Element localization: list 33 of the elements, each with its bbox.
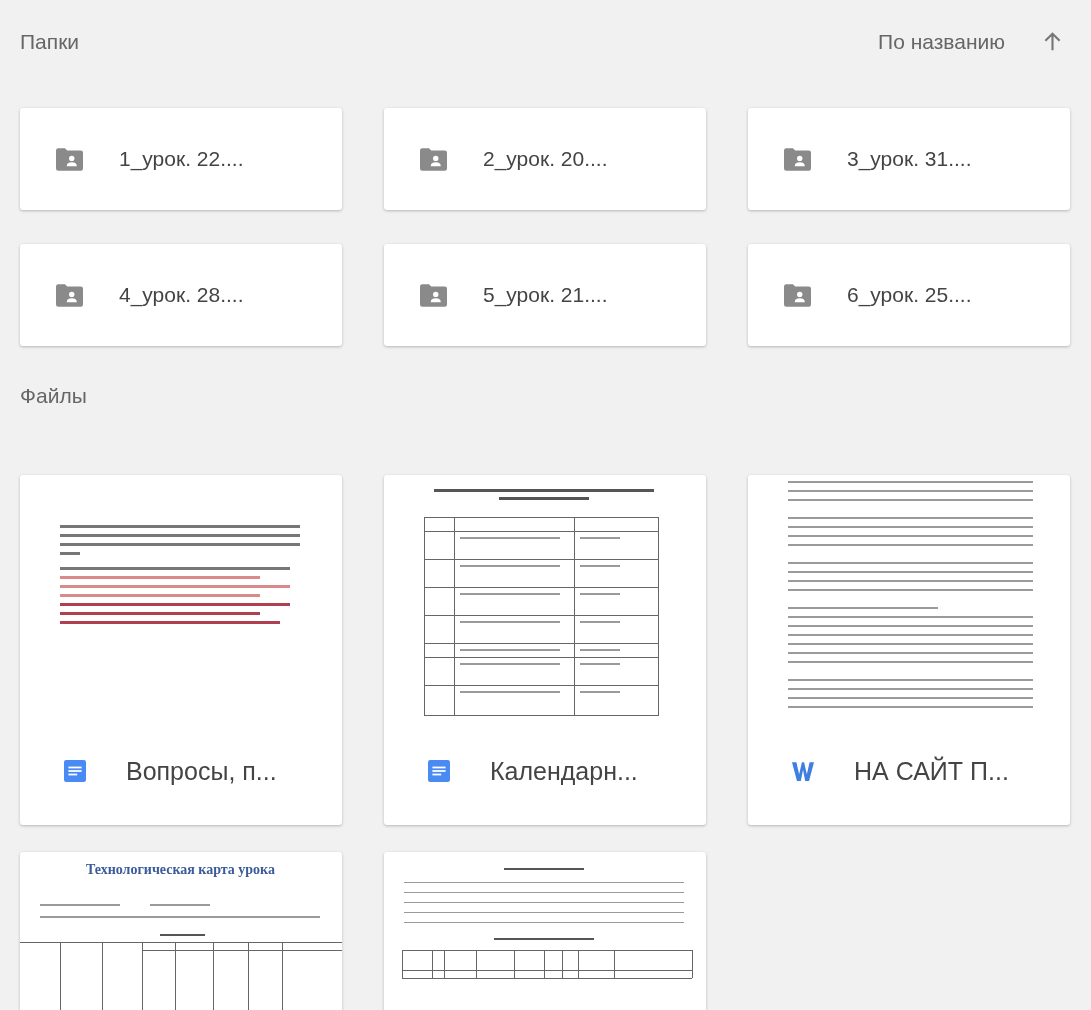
- shared-folder-icon: [56, 283, 83, 307]
- file-card[interactable]: Календарн...: [384, 475, 706, 825]
- document-icon: [64, 760, 86, 782]
- folder-name: 5_урок. 21....: [483, 283, 608, 307]
- section-title: Файлы: [20, 384, 87, 408]
- folder-name: 2_урок. 20....: [483, 147, 608, 171]
- file-card[interactable]: Технологическая карта урока: [20, 852, 342, 1010]
- folder-name: 4_урок. 28....: [119, 283, 244, 307]
- folder-name: 6_урок. 25....: [847, 283, 972, 307]
- shared-folder-icon: [784, 147, 811, 171]
- thumbnail-title: Технологическая карта урока: [86, 862, 275, 878]
- folder-name: 3_урок. 31....: [847, 147, 972, 171]
- shared-folder-icon: [420, 147, 447, 171]
- shared-folder-icon: [420, 283, 447, 307]
- shared-folder-icon: [784, 283, 811, 307]
- folder-card[interactable]: 2_урок. 20....: [384, 108, 706, 210]
- word-icon: [792, 760, 814, 782]
- folder-card[interactable]: 4_урок. 28....: [20, 244, 342, 346]
- folder-card[interactable]: 1_урок. 22....: [20, 108, 342, 210]
- file-card[interactable]: Вопросы, п...: [20, 475, 342, 825]
- file-name: НА САЙТ П...: [854, 756, 1009, 786]
- folder-card[interactable]: 5_урок. 21....: [384, 244, 706, 346]
- arrow-up-icon[interactable]: [1043, 31, 1062, 53]
- document-icon: [428, 760, 450, 782]
- folder-name: 1_урок. 22....: [119, 147, 244, 171]
- file-name: Вопросы, п...: [126, 756, 277, 786]
- folder-card[interactable]: 3_урок. 31....: [748, 108, 1070, 210]
- file-name: Календарн...: [490, 756, 638, 786]
- shared-folder-icon: [56, 147, 83, 171]
- section-title: Папки: [20, 30, 80, 54]
- file-card[interactable]: НА САЙТ П...: [748, 475, 1070, 825]
- sort-button[interactable]: По названию: [878, 30, 1005, 54]
- folder-card[interactable]: 6_урок. 25....: [748, 244, 1070, 346]
